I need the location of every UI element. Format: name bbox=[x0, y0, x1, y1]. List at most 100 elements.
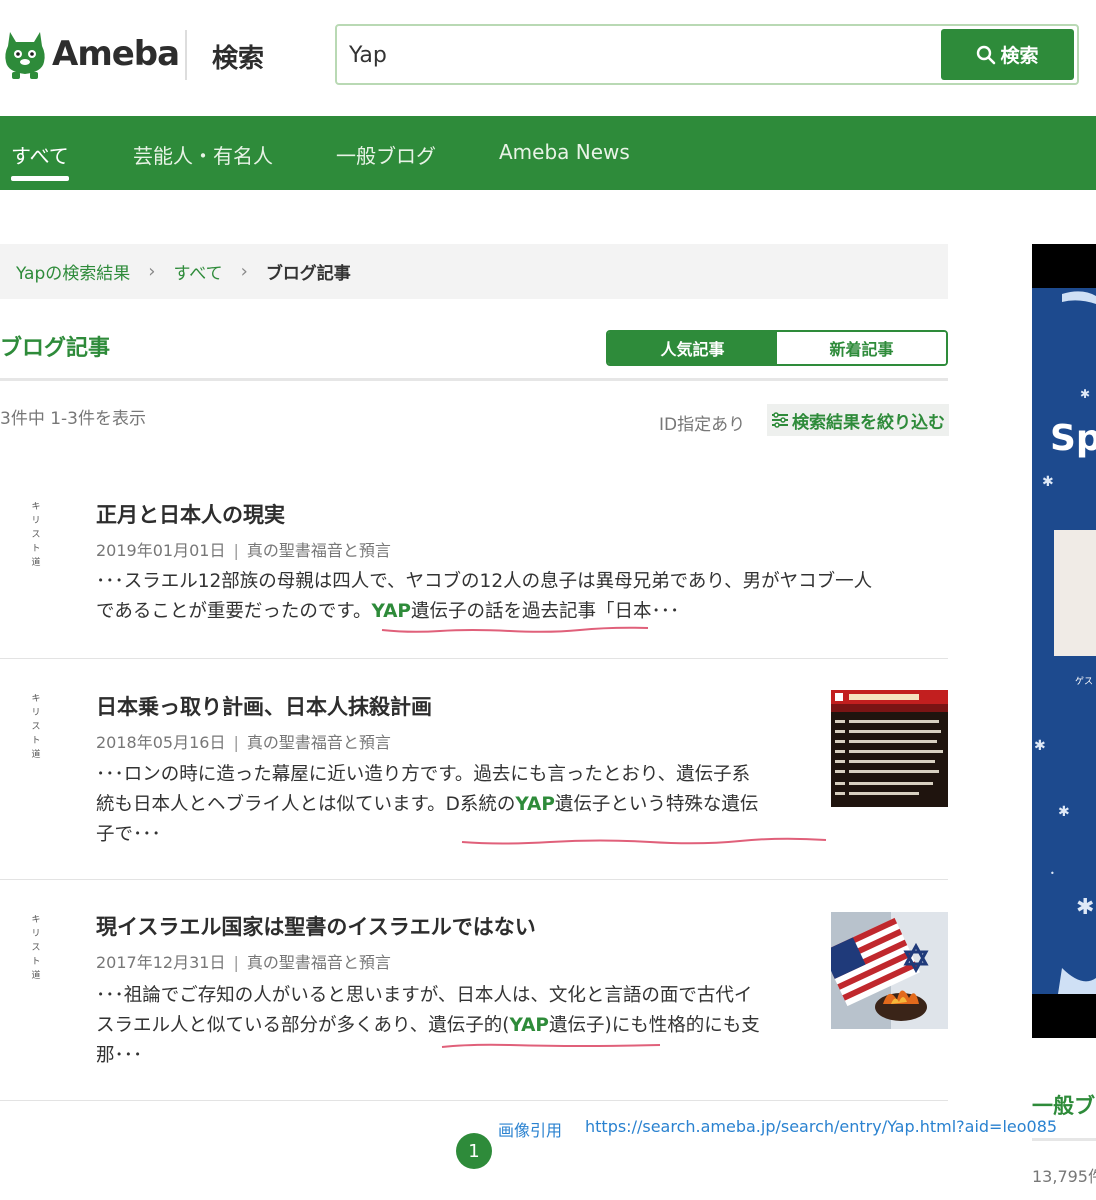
keyword-highlight: YAP bbox=[509, 1015, 549, 1036]
image-source-link[interactable]: https://search.ameba.jp/search/entry/Yap… bbox=[585, 1117, 1057, 1136]
tab-celebrities[interactable]: 芸能人・有名人 bbox=[133, 140, 273, 169]
search-input[interactable] bbox=[349, 38, 929, 72]
svg-text:✱: ✱ bbox=[1076, 895, 1094, 920]
blog-icon-char: ス bbox=[31, 722, 41, 732]
id-filter-label: ID指定あり bbox=[659, 415, 746, 435]
snippet-text: 遺伝子という特殊な遺伝 bbox=[554, 794, 759, 815]
entry-title[interactable]: 日本乗っ取り計画、日本人抹殺計画 bbox=[96, 691, 432, 721]
sidebar-divider bbox=[1032, 1138, 1096, 1141]
chevron-right-icon: › bbox=[240, 261, 248, 282]
search-button-label: 検索 bbox=[1000, 45, 1039, 67]
keyword-highlight: YAP bbox=[371, 601, 411, 622]
breadcrumb-search-results[interactable]: Yapの検索結果 bbox=[16, 259, 130, 284]
sort-new-button[interactable]: 新着記事 bbox=[777, 332, 946, 364]
keyword-highlight: YAP bbox=[515, 794, 555, 815]
result-count: 3件中 1-3件を表示 bbox=[0, 409, 146, 429]
entry-category[interactable]: 真の聖書福音と預言 bbox=[247, 953, 391, 972]
entry-divider bbox=[0, 1100, 948, 1101]
ad-photo bbox=[1054, 530, 1096, 656]
snippet-text: 遺伝子の話を過去記事「日本･･･ bbox=[410, 601, 680, 622]
entry-divider bbox=[0, 658, 948, 659]
breadcrumb-current: ブログ記事 bbox=[265, 264, 351, 284]
blog-icon[interactable]: キリスト道 bbox=[28, 500, 44, 570]
snippet-line: ･･･スラエル12部族の母親は四人で、ヤコブの12人の息子は異母兄弟であり、男が… bbox=[96, 571, 873, 592]
blog-icon-char: キ bbox=[31, 502, 41, 512]
section-title: ブログ記事 bbox=[0, 336, 111, 361]
image-source-label: 画像引用 bbox=[498, 1121, 563, 1140]
svg-text:✱: ✱ bbox=[1042, 474, 1054, 490]
sort-toggle: 人気記事 新着記事 bbox=[606, 330, 948, 366]
blog-icon-char: ト bbox=[31, 736, 41, 746]
snippet-text: であることが重要だったのです。 bbox=[96, 601, 372, 622]
blog-icon-char: 道 bbox=[31, 750, 41, 760]
blog-icon-char: リ bbox=[31, 516, 41, 526]
filter-icon bbox=[772, 412, 788, 428]
entry-date: 2018年05月16日 bbox=[96, 733, 226, 752]
logo-text: Ameba bbox=[52, 34, 180, 74]
snippet-text: 遺伝子)にも性格的にも支 bbox=[549, 1015, 760, 1036]
snippet-text: スラエル人と似ている部分が多くあり、遺伝子的( bbox=[96, 1015, 510, 1036]
tab-all[interactable]: すべて bbox=[11, 140, 69, 169]
snippet-line: スラエル人と似ている部分が多くあり、遺伝子的(YAP遺伝子)にも性格的にも支 bbox=[96, 1011, 760, 1041]
sidebar-count: 13,795件 bbox=[1032, 1167, 1096, 1186]
blog-icon-char: キ bbox=[31, 694, 41, 704]
header: Ameba 検索 検索 bbox=[0, 0, 1096, 116]
ameba-logo[interactable]: Ameba bbox=[4, 28, 180, 80]
entry-meta: 2019年01月01日 | 真の聖書福音と預言 bbox=[96, 537, 391, 561]
blog-icon-char: リ bbox=[31, 929, 41, 939]
category-nav: すべて 芸能人・有名人 一般ブログ Ameba News bbox=[0, 116, 1096, 190]
logo-divider bbox=[185, 30, 187, 80]
entry-category[interactable]: 真の聖書福音と預言 bbox=[247, 541, 391, 560]
sort-popular-button[interactable]: 人気記事 bbox=[608, 332, 777, 364]
section-divider bbox=[0, 378, 948, 381]
refine-button-label: 検索結果を絞り込む bbox=[792, 412, 945, 433]
meta-divider: | bbox=[233, 541, 239, 560]
entry-title[interactable]: 正月と日本人の現実 bbox=[96, 499, 285, 529]
entry-thumbnail[interactable] bbox=[831, 912, 948, 1029]
svg-text:✱: ✱ bbox=[1058, 804, 1070, 820]
entry-snippet: ･･･祖論でご存知の人がいると思いますが、日本人は、文化と言語の面で古代イ スラ… bbox=[96, 981, 760, 1071]
tab-ameba-news[interactable]: Ameba News bbox=[499, 140, 630, 164]
meta-divider: | bbox=[233, 733, 239, 752]
breadcrumb: Yapの検索結果 › すべて › ブログ記事 bbox=[0, 244, 948, 299]
meta-divider: | bbox=[233, 953, 239, 972]
blog-icon-char: ス bbox=[31, 530, 41, 540]
document-thumbnail-icon bbox=[831, 690, 948, 807]
blog-icon-char: 道 bbox=[31, 971, 41, 981]
tab-general-blogs[interactable]: 一般ブログ bbox=[336, 140, 436, 169]
blog-icon-char: リ bbox=[31, 708, 41, 718]
annotation-underline bbox=[381, 626, 649, 633]
svg-text:✱: ✱ bbox=[1034, 738, 1046, 754]
blog-icon-char: ト bbox=[31, 957, 41, 967]
annotation-underline bbox=[461, 837, 827, 845]
search-box: 検索 bbox=[335, 24, 1079, 85]
entry-title[interactable]: 現イスラエル国家は聖書のイスラエルではない bbox=[96, 911, 536, 941]
snippet-line: 統も日本人とヘブライ人とは似ています。D系統のYAP遺伝子という特殊な遺伝 bbox=[96, 790, 758, 820]
annotation-underline bbox=[441, 1043, 661, 1048]
entry-category[interactable]: 真の聖書福音と預言 bbox=[247, 733, 391, 752]
blog-icon-char: ト bbox=[31, 544, 41, 554]
entry-thumbnail[interactable] bbox=[831, 690, 948, 807]
pagination-page-1[interactable]: 1 bbox=[456, 1133, 492, 1169]
blog-icon[interactable]: キリスト道 bbox=[28, 913, 44, 983]
svg-text:•: • bbox=[1050, 869, 1055, 878]
svg-text:✱: ✱ bbox=[1080, 387, 1090, 401]
entry-divider bbox=[0, 879, 948, 880]
breadcrumb-all[interactable]: すべて bbox=[173, 259, 222, 284]
blog-icon-char: 道 bbox=[31, 558, 41, 568]
sidebar-heading: 一般ブ bbox=[1032, 1094, 1095, 1118]
snippet-line: ･･･祖論でご存知の人がいると思いますが、日本人は、文化と言語の面で古代イ bbox=[96, 985, 753, 1006]
search-button[interactable]: 検索 bbox=[941, 29, 1074, 80]
active-tab-indicator bbox=[11, 176, 69, 181]
search-page-label: 検索 bbox=[212, 44, 265, 74]
search-icon bbox=[977, 45, 996, 64]
flag-photo-icon bbox=[831, 912, 948, 1029]
blog-icon[interactable]: キリスト道 bbox=[28, 692, 44, 762]
entry-date: 2019年01月01日 bbox=[96, 541, 226, 560]
ad-headline: Sp bbox=[1050, 418, 1096, 459]
ad-caption: ゲス bbox=[1075, 677, 1094, 687]
entry-meta: 2018年05月16日 | 真の聖書福音と預言 bbox=[96, 729, 391, 753]
entry-snippet: ･･･スラエル12部族の母親は四人で、ヤコブの12人の息子は異母兄弟であり、男が… bbox=[96, 567, 872, 627]
refine-results-button[interactable]: 検索結果を絞り込む bbox=[767, 404, 949, 436]
blog-icon-char: キ bbox=[31, 915, 41, 925]
